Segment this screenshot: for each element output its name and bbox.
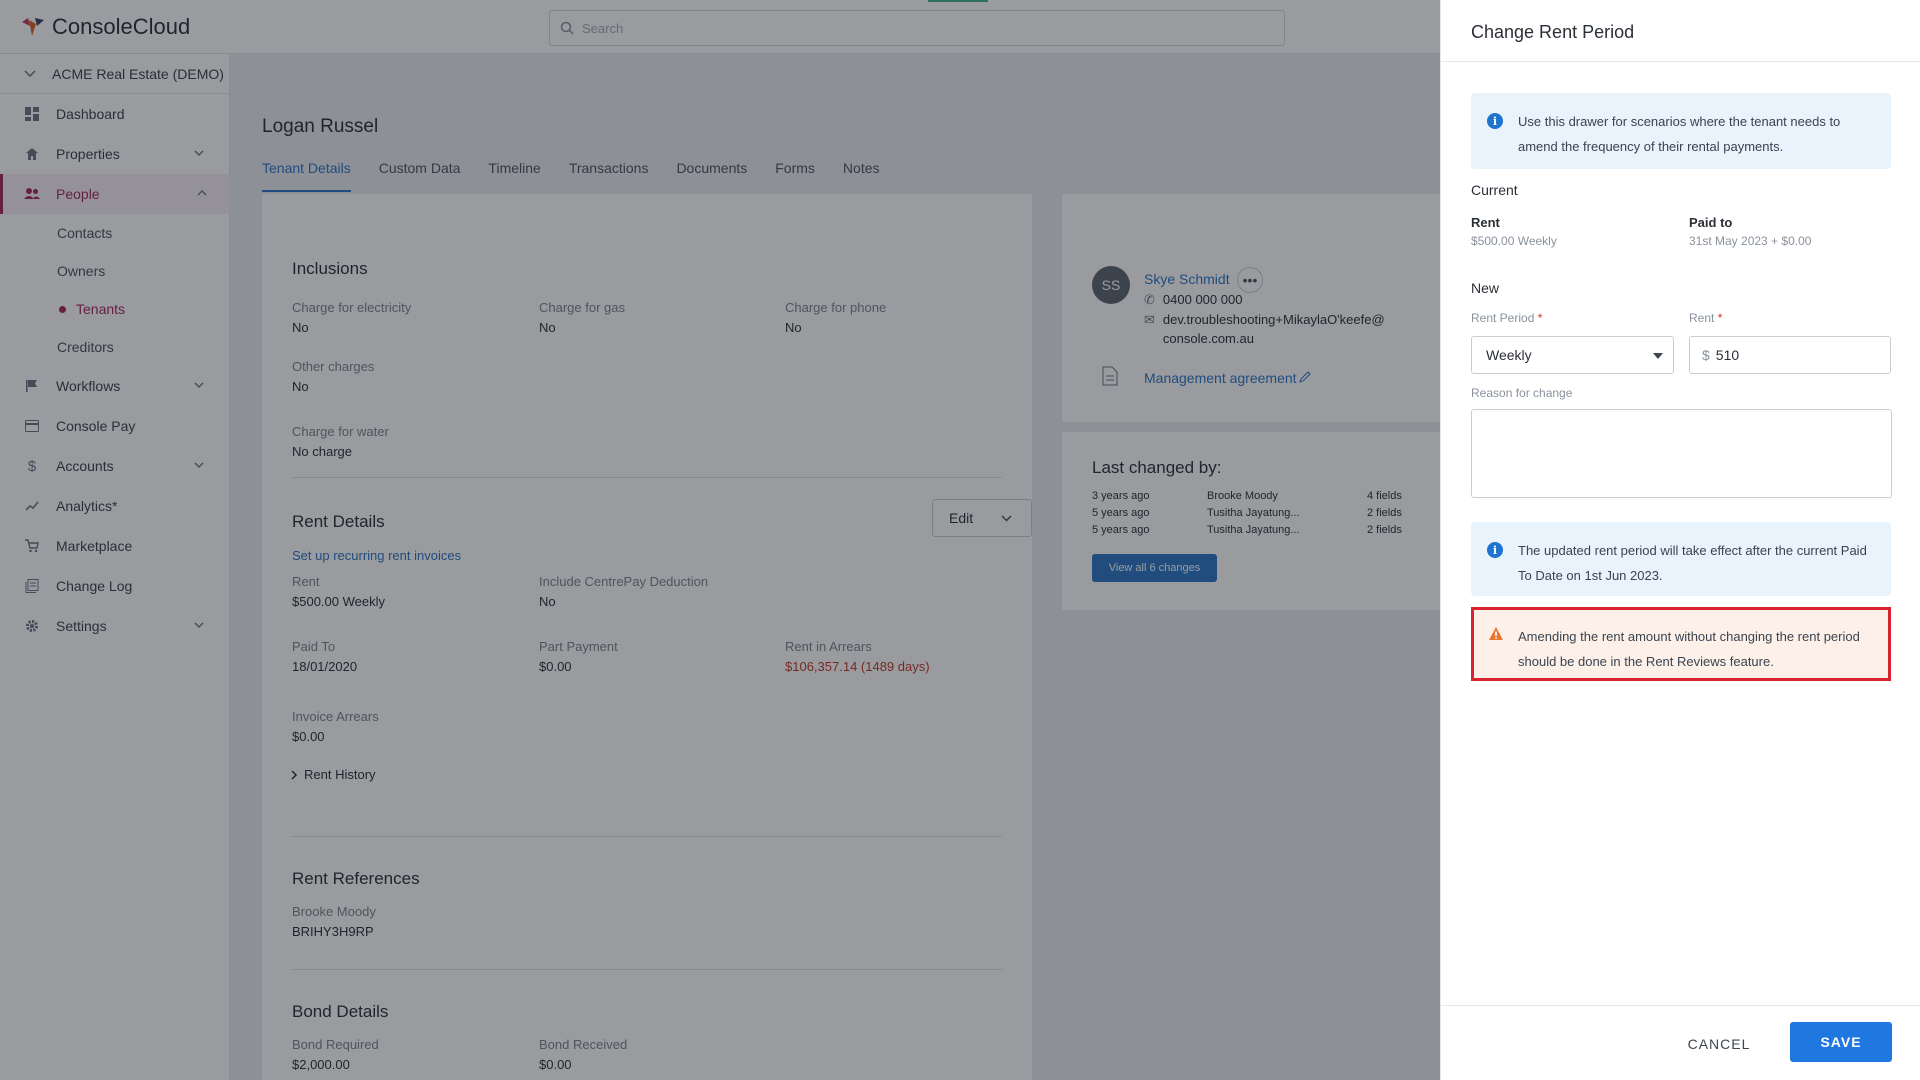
modal-overlay[interactable] xyxy=(0,0,1440,1080)
reason-textarea[interactable] xyxy=(1471,409,1892,498)
save-button[interactable]: SAVE xyxy=(1790,1022,1892,1062)
cancel-button[interactable]: CANCEL xyxy=(1679,1025,1759,1063)
label-text: Rent xyxy=(1689,311,1715,325)
rent-period-select[interactable]: Weekly xyxy=(1471,336,1674,374)
reason-label: Reason for change xyxy=(1471,386,1573,400)
rent-period-label: Rent Period * xyxy=(1471,311,1542,325)
label-text: Rent Period xyxy=(1471,311,1535,325)
rent-label: Rent * xyxy=(1689,311,1722,325)
rent-period-value: Weekly xyxy=(1486,347,1532,363)
current-section-title: Current xyxy=(1471,182,1518,198)
rent-amount-input[interactable]: $ 510 xyxy=(1689,336,1891,374)
info-text: The updated rent period will take effect… xyxy=(1518,543,1867,583)
current-rent-label: Rent xyxy=(1471,215,1500,230)
warning-icon xyxy=(1489,627,1503,640)
current-rent-value: $500.00 Weekly xyxy=(1471,234,1557,248)
required-marker: * xyxy=(1717,311,1723,325)
effective-date-banner: i The updated rent period will take effe… xyxy=(1471,522,1891,596)
divider xyxy=(1441,61,1920,62)
caret-down-icon xyxy=(1653,353,1663,359)
paid-to-value: 31st May 2023 + $0.00 xyxy=(1689,234,1812,248)
rent-amount-value: 510 xyxy=(1715,347,1740,363)
currency-symbol: $ xyxy=(1702,347,1710,363)
divider xyxy=(1441,1005,1920,1006)
info-banner: i Use this drawer for scenarios where th… xyxy=(1471,93,1891,169)
paid-to-label: Paid to xyxy=(1689,215,1733,230)
new-section-title: New xyxy=(1471,280,1500,296)
info-icon: i xyxy=(1487,113,1503,129)
change-rent-period-drawer: Change Rent Period i Use this drawer for… xyxy=(1440,0,1920,1080)
warning-banner: Amending the rent amount without changin… xyxy=(1471,607,1891,681)
warning-text: Amending the rent amount without changin… xyxy=(1518,629,1860,669)
current-paid-to: Paid to 31st May 2023 + $0.00 xyxy=(1689,215,1811,248)
info-icon: i xyxy=(1487,542,1503,558)
drawer-title: Change Rent Period xyxy=(1471,22,1635,42)
current-rent: Rent $500.00 Weekly xyxy=(1471,215,1557,248)
required-marker: * xyxy=(1537,311,1543,325)
info-text: Use this drawer for scenarios where the … xyxy=(1518,114,1841,154)
